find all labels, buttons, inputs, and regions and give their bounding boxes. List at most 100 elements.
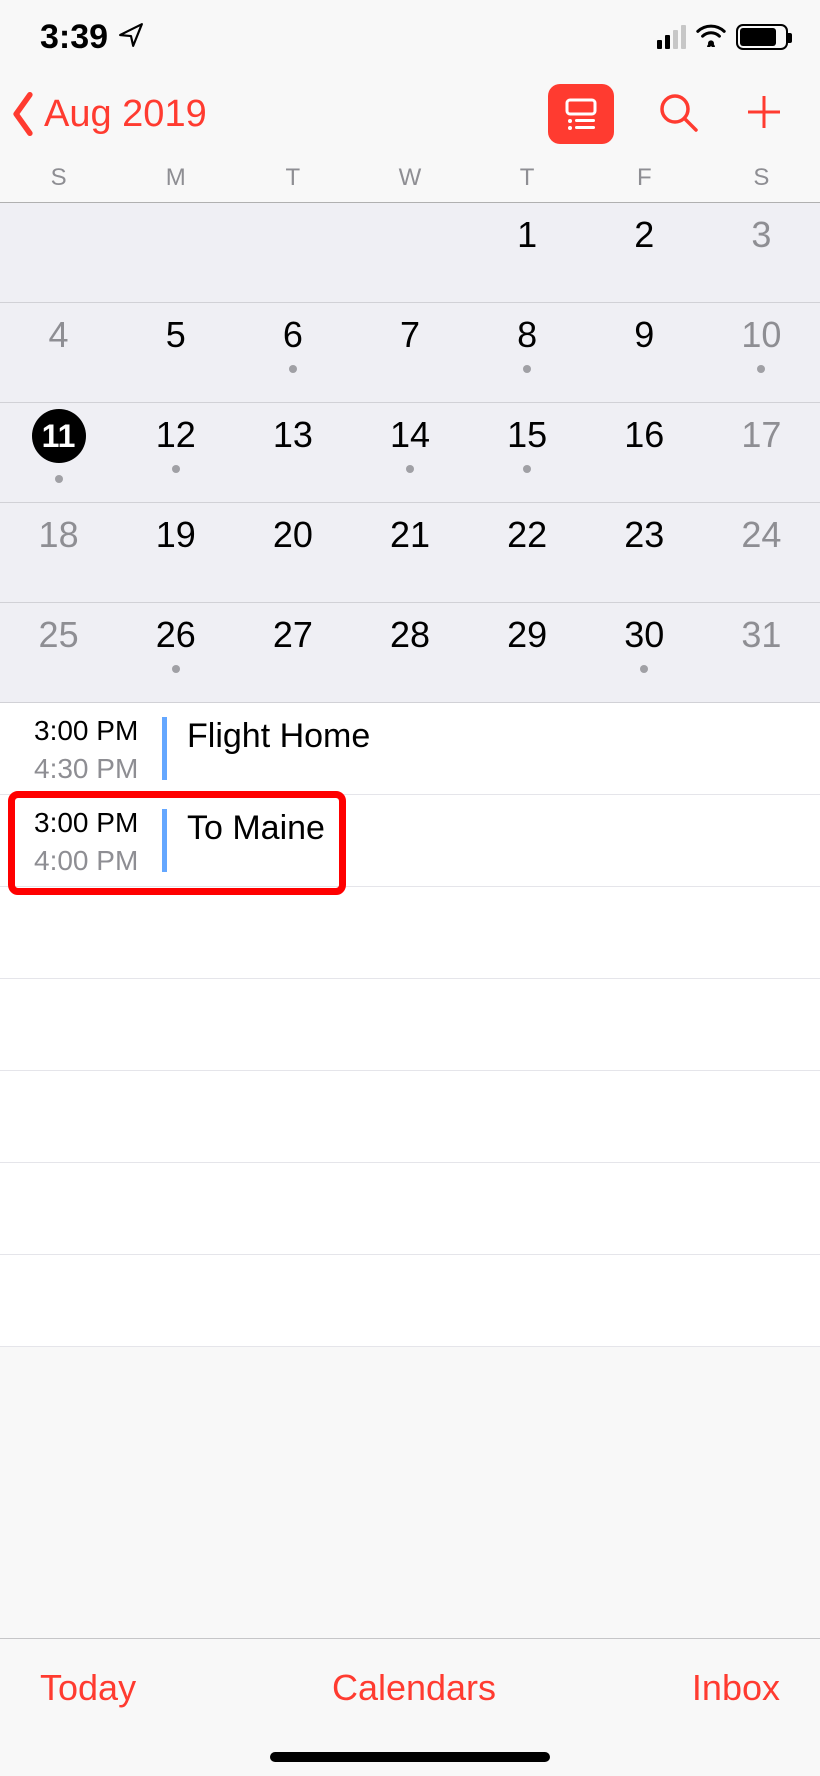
event-dot-icon [289, 365, 297, 373]
day-cell[interactable]: 19 [117, 503, 234, 602]
day-number: 23 [624, 517, 664, 553]
day-cell[interactable]: 9 [586, 303, 703, 402]
day-number: 9 [634, 317, 654, 353]
day-cell[interactable]: 7 [351, 303, 468, 402]
events-list: 3:00 PM 4:30 PM Flight Home3:00 PM4:00 PMT… [0, 703, 820, 887]
view-mode-toggle[interactable] [548, 84, 614, 144]
empty-slot [0, 1255, 820, 1347]
weekday-label: S [0, 164, 117, 192]
day-cell[interactable]: 12 [117, 403, 234, 502]
day-number: 12 [156, 417, 196, 453]
day-cell[interactable]: 26 [117, 603, 234, 702]
weekday-label: T [469, 164, 586, 192]
day-cell[interactable]: 21 [351, 503, 468, 602]
weekday-label: F [586, 164, 703, 192]
search-button[interactable] [656, 90, 700, 139]
day-number: 27 [273, 617, 313, 653]
day-number: 10 [741, 317, 781, 353]
day-cell [234, 203, 351, 302]
empty-slot [0, 1163, 820, 1255]
empty-slot [0, 1071, 820, 1163]
day-number: 20 [273, 517, 313, 553]
day-number: 4 [49, 317, 69, 353]
day-number: 13 [273, 417, 313, 453]
day-cell[interactable]: 28 [351, 603, 468, 702]
event-times: 3:00 PM4:00 PM [0, 795, 162, 886]
day-cell[interactable]: 17 [703, 403, 820, 502]
calendars-button[interactable]: Calendars [332, 1667, 496, 1709]
day-cell[interactable]: 30 [586, 603, 703, 702]
day-cell[interactable]: 31 [703, 603, 820, 702]
search-icon [656, 90, 700, 134]
day-cell[interactable]: 14 [351, 403, 468, 502]
back-label: Aug 2019 [44, 93, 207, 136]
day-cell [117, 203, 234, 302]
weekday-header: S M T W T F S [0, 158, 820, 202]
day-cell[interactable]: 18 [0, 503, 117, 602]
day-cell[interactable]: 1 [469, 203, 586, 302]
day-number: 21 [390, 517, 430, 553]
battery-icon [736, 24, 788, 50]
status-time: 3:39 [40, 18, 108, 57]
day-cell[interactable]: 8 [469, 303, 586, 402]
day-number: 25 [39, 617, 79, 653]
day-cell[interactable]: 11 [0, 403, 117, 502]
day-number: 2 [634, 217, 654, 253]
day-cell[interactable]: 4 [0, 303, 117, 402]
day-cell[interactable]: 29 [469, 603, 586, 702]
day-cell[interactable]: 27 [234, 603, 351, 702]
event-row[interactable]: 3:00 PM 4:30 PM Flight Home [0, 703, 820, 795]
day-number: 1 [517, 217, 537, 253]
day-cell[interactable]: 22 [469, 503, 586, 602]
inbox-button[interactable]: Inbox [692, 1667, 780, 1709]
day-cell [351, 203, 468, 302]
event-times: 3:00 PM 4:30 PM [0, 703, 162, 794]
day-number: 7 [400, 317, 420, 353]
day-number: 28 [390, 617, 430, 653]
event-row[interactable]: 3:00 PM4:00 PMTo Maine [0, 795, 820, 887]
day-number: 19 [156, 517, 196, 553]
day-cell[interactable]: 16 [586, 403, 703, 502]
empty-slot [0, 979, 820, 1071]
day-number: 5 [166, 317, 186, 353]
event-title: To Maine [167, 795, 325, 886]
location-arrow-icon [118, 22, 144, 53]
day-number: 6 [283, 317, 303, 353]
nav-bar: Aug 2019 [0, 70, 820, 158]
day-cell[interactable]: 23 [586, 503, 703, 602]
weekday-label: W [351, 164, 468, 192]
day-number: 17 [741, 417, 781, 453]
day-cell[interactable]: 20 [234, 503, 351, 602]
day-cell[interactable]: 6 [234, 303, 351, 402]
day-number: 30 [624, 617, 664, 653]
today-button[interactable]: Today [40, 1667, 136, 1709]
month-grid: 1234567891011121314151617181920212223242… [0, 202, 820, 703]
day-cell[interactable]: 13 [234, 403, 351, 502]
week-row: 4 5 6 7 8 9 10 [0, 303, 820, 403]
home-indicator[interactable] [270, 1752, 550, 1762]
day-number: 29 [507, 617, 547, 653]
day-cell[interactable]: 3 [703, 203, 820, 302]
event-dot-icon [523, 465, 531, 473]
event-title: Flight Home [167, 703, 370, 794]
week-row: 18 19 20 21 22 23 24 [0, 503, 820, 603]
day-cell[interactable]: 24 [703, 503, 820, 602]
event-end-time: 4:30 PM [34, 753, 146, 785]
back-button[interactable]: Aug 2019 [8, 92, 207, 136]
day-cell[interactable]: 10 [703, 303, 820, 402]
event-dot-icon [172, 465, 180, 473]
event-dot-icon [55, 475, 63, 483]
weekday-label: M [117, 164, 234, 192]
day-number: 26 [156, 617, 196, 653]
day-cell[interactable]: 15 [469, 403, 586, 502]
add-event-button[interactable] [742, 90, 786, 139]
day-cell[interactable]: 5 [117, 303, 234, 402]
event-dot-icon [640, 665, 648, 673]
event-end-time: 4:00 PM [34, 845, 146, 877]
event-start-time: 3:00 PM [34, 715, 146, 747]
day-number: 11 [42, 420, 76, 452]
day-cell[interactable]: 25 [0, 603, 117, 702]
chevron-left-icon [8, 92, 38, 136]
day-cell[interactable]: 2 [586, 203, 703, 302]
event-dot-icon [757, 365, 765, 373]
